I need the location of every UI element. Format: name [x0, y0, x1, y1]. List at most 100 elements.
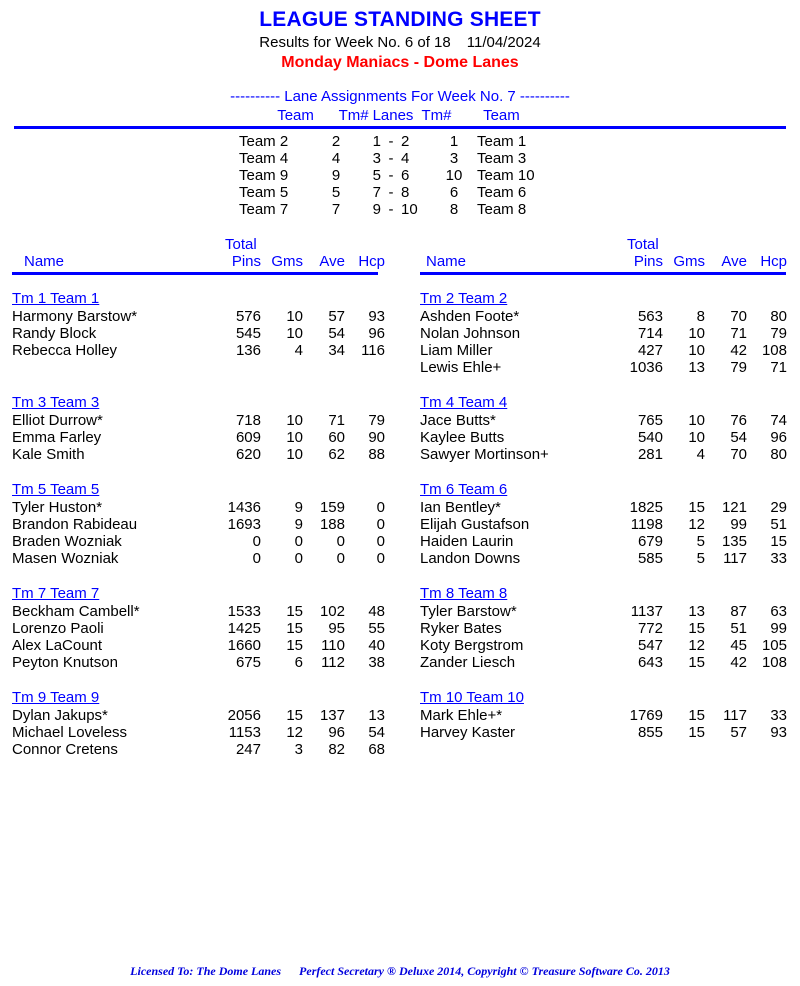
bowler-ave: 159: [319, 499, 345, 516]
bowler-ave: 34: [328, 342, 345, 359]
bowler-gms: 10: [286, 412, 303, 429]
bowler-row: Lorenzo Paoli 1425 15 95 55: [12, 620, 392, 637]
bowler-ave: 76: [730, 412, 747, 429]
bowler-name: Ashden Foote*: [420, 308, 520, 325]
lane-assignments-column-headers: Team Tm# Lanes Tm# Team: [0, 107, 800, 124]
bowler-ave: 60: [328, 429, 345, 446]
bowler-row: Ashden Foote* 563 8 70 80: [420, 308, 800, 325]
bowler-name: Elijah Gustafson: [420, 516, 530, 533]
lane-row-team-right: Team 6: [477, 184, 527, 201]
bowler-ave: 137: [319, 707, 345, 724]
bowler-row: Tyler Barstow* 1137 13 87 63: [420, 603, 800, 620]
lane-header-team-left: Team: [277, 107, 314, 124]
standings-section: Total Name Pins Gms Ave Hcp Tm 1 Team 1 …: [0, 236, 800, 758]
bowler-ave: 188: [319, 516, 345, 533]
team-block: Tm 5 Team 5 Tyler Huston* 1436 9 159 0 B…: [12, 481, 392, 567]
team-link[interactable]: Tm 6 Team 6: [420, 481, 507, 498]
bowler-name: Beckham Cambell*: [12, 603, 140, 620]
bowler-hcp: 38: [368, 654, 385, 671]
results-week-line: Results for Week No. 6 of 18 11/04/2024: [0, 33, 800, 52]
team-link[interactable]: Tm 4 Team 4: [420, 394, 507, 411]
bowler-name: Kale Smith: [12, 446, 85, 463]
bowler-name: Liam Miller: [420, 342, 493, 359]
team-link[interactable]: Tm 8 Team 8: [420, 585, 507, 602]
bowler-ave: 42: [730, 342, 747, 359]
lane-row-lane-b: 8: [401, 184, 410, 201]
team-link[interactable]: Tm 5 Team 5: [12, 481, 99, 498]
header-ave-left: Ave: [319, 253, 345, 270]
team-link[interactable]: Tm 10 Team 10: [420, 689, 524, 706]
bowler-ave: 45: [730, 637, 747, 654]
bowler-hcp: 48: [368, 603, 385, 620]
bowler-row: Landon Downs 585 5 117 33: [420, 550, 800, 567]
bowler-gms: 13: [688, 359, 705, 376]
bowler-hcp: 0: [376, 499, 385, 516]
bowler-name: Randy Block: [12, 325, 97, 342]
lane-assignments-rule: [14, 126, 786, 129]
bowler-row: Randy Block 545 10 54 96: [12, 325, 392, 342]
team-link[interactable]: Tm 1 Team 1: [12, 290, 99, 307]
lane-row-dash: -: [388, 167, 394, 184]
bowler-pins: 0: [252, 550, 261, 567]
bowler-name: Landon Downs: [420, 550, 521, 567]
lane-row-team-left: Team 9: [239, 167, 289, 184]
bowler-gms: 5: [696, 550, 705, 567]
team-link[interactable]: Tm 7 Team 7: [12, 585, 99, 602]
bowler-ave: 135: [721, 533, 747, 550]
bowler-gms: 15: [286, 620, 303, 637]
team-block: Tm 6 Team 6 Ian Bentley* 1825 15 121 29 …: [420, 481, 800, 567]
bowler-name: Mark Ehle+*: [420, 707, 503, 724]
bowler-pins: 679: [637, 533, 663, 550]
bowler-name: Zander Liesch: [420, 654, 516, 671]
bowler-hcp: 93: [770, 724, 787, 741]
bowler-ave: 71: [328, 412, 345, 429]
bowler-gms: 10: [688, 429, 705, 446]
bowler-pins: 547: [637, 637, 663, 654]
bowler-gms: 3: [294, 741, 303, 758]
team-link[interactable]: Tm 3 Team 3: [12, 394, 99, 411]
team-link[interactable]: Tm 2 Team 2: [420, 290, 507, 307]
bowler-row: Mark Ehle+* 1769 15 117 33: [420, 707, 800, 724]
bowler-hcp: 116: [361, 342, 385, 359]
bowler-ave: 82: [328, 741, 345, 758]
bowler-hcp: 54: [368, 724, 385, 741]
bowler-name: Tyler Barstow*: [420, 603, 517, 620]
lane-row-team-right: Team 8: [477, 201, 527, 218]
team-block: Tm 9 Team 9 Dylan Jakups* 2056 15 137 13…: [12, 689, 392, 758]
bowler-gms: 12: [688, 516, 705, 533]
bowler-row: Kale Smith 620 10 62 88: [12, 446, 392, 463]
bowler-gms: 6: [294, 654, 303, 671]
team-block: Tm 1 Team 1 Harmony Barstow* 576 10 57 9…: [12, 290, 392, 359]
bowler-gms: 13: [688, 603, 705, 620]
bowler-ave: 0: [336, 533, 345, 550]
bowler-row: Alex LaCount 1660 15 110 40: [12, 637, 392, 654]
bowler-gms: 10: [286, 308, 303, 325]
standings-column-header-right: Total Name Pins Gms Ave Hcp: [420, 236, 800, 272]
team-link[interactable]: Tm 9 Team 9: [12, 689, 99, 706]
bowler-name: Michael Loveless: [12, 724, 128, 741]
bowler-pins: 545: [235, 325, 261, 342]
bowler-pins: 1036: [629, 359, 663, 376]
standings-left-column: Total Name Pins Gms Ave Hcp Tm 1 Team 1 …: [0, 236, 392, 758]
bowler-name: Braden Wozniak: [12, 533, 122, 550]
bowler-ave: 79: [730, 359, 747, 376]
bowler-name: Sawyer Mortinson+: [420, 446, 549, 463]
bowler-name: Rebecca Holley: [12, 342, 118, 359]
bowler-ave: 70: [730, 308, 747, 325]
bowler-pins: 585: [637, 550, 663, 567]
bowler-name: Nolan Johnson: [420, 325, 521, 342]
bowler-pins: 1693: [227, 516, 261, 533]
lane-header-tm-left: Tm#: [338, 107, 369, 124]
lane-row-tm-right: 1: [449, 133, 459, 150]
bowler-name: Lewis Ehle+: [420, 359, 502, 376]
bowler-ave: 62: [328, 446, 345, 463]
bowler-name: Koty Bergstrom: [420, 637, 524, 654]
bowler-hcp: 96: [770, 429, 787, 446]
bowler-hcp: 13: [368, 707, 385, 724]
header-ave-right: Ave: [721, 253, 747, 270]
bowler-gms: 12: [688, 637, 705, 654]
bowler-hcp: 63: [770, 603, 787, 620]
lane-row-dash: -: [388, 184, 394, 201]
lane-row-tm-right: 6: [449, 184, 459, 201]
bowler-pins: 1660: [227, 637, 261, 654]
